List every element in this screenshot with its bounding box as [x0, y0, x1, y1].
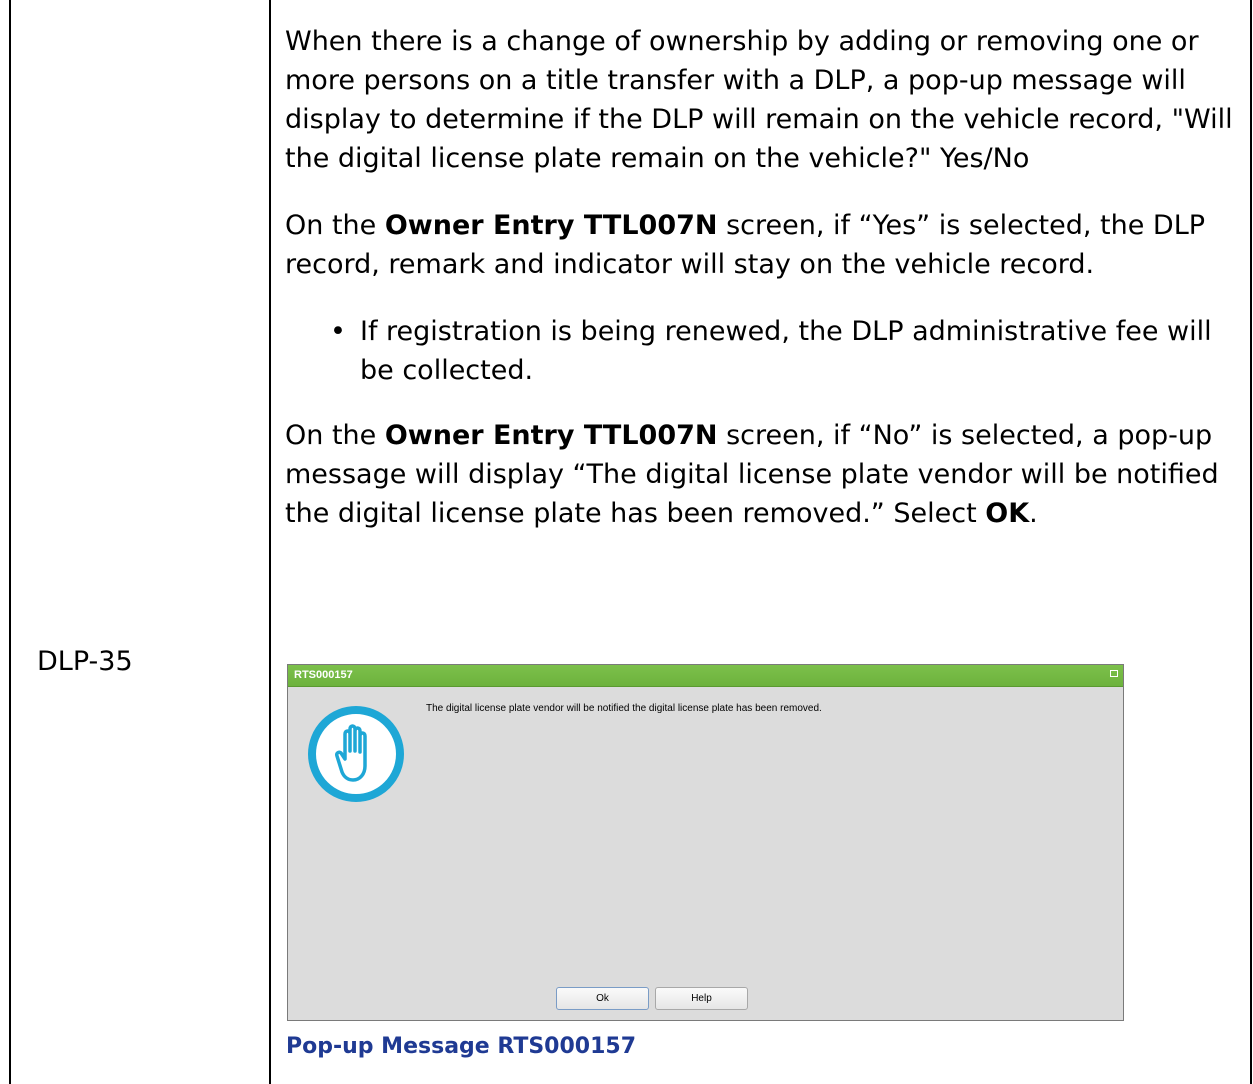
bullet-icon: • — [330, 316, 346, 347]
popup-dialog-screenshot: RTS000157 The digital license plate vend… — [287, 664, 1124, 1021]
figure-caption: Pop-up Message RTS000157 — [286, 1034, 637, 1059]
list-item: • If registration is being renewed, the D… — [330, 312, 1245, 390]
dialog-message: The digital license plate vendor will be… — [426, 703, 822, 714]
table-border-right — [1250, 0, 1252, 1084]
row-content: When there is a change of ownership by a… — [285, 22, 1245, 533]
bullet-list: • If registration is being renewed, the D… — [285, 312, 1245, 390]
ok-keyword: OK — [985, 498, 1030, 529]
help-button[interactable]: Help — [655, 987, 748, 1010]
table-border-left — [9, 0, 11, 1084]
paragraph-yes-selected: On the Owner Entry TTL007N screen, if “Y… — [285, 210, 1206, 280]
maximize-icon[interactable] — [1110, 670, 1118, 677]
table-border-middle — [269, 0, 271, 1084]
procedure-table: DLP-35 When there is a change of ownersh… — [0, 0, 1253, 1084]
ok-button[interactable]: Ok — [556, 987, 649, 1010]
screen-name: Owner Entry TTL007N — [384, 420, 718, 451]
stop-hand-icon — [308, 706, 404, 802]
paragraph-no-selected: On the Owner Entry TTL007N screen, if “N… — [285, 420, 1219, 529]
dialog-titlebar: RTS000157 — [288, 665, 1123, 687]
dialog-title: RTS000157 — [294, 669, 353, 681]
paragraph-ownership-change: When there is a change of ownership by a… — [285, 26, 1233, 174]
row-id: DLP-35 — [37, 646, 133, 677]
screen-name: Owner Entry TTL007N — [384, 210, 718, 241]
